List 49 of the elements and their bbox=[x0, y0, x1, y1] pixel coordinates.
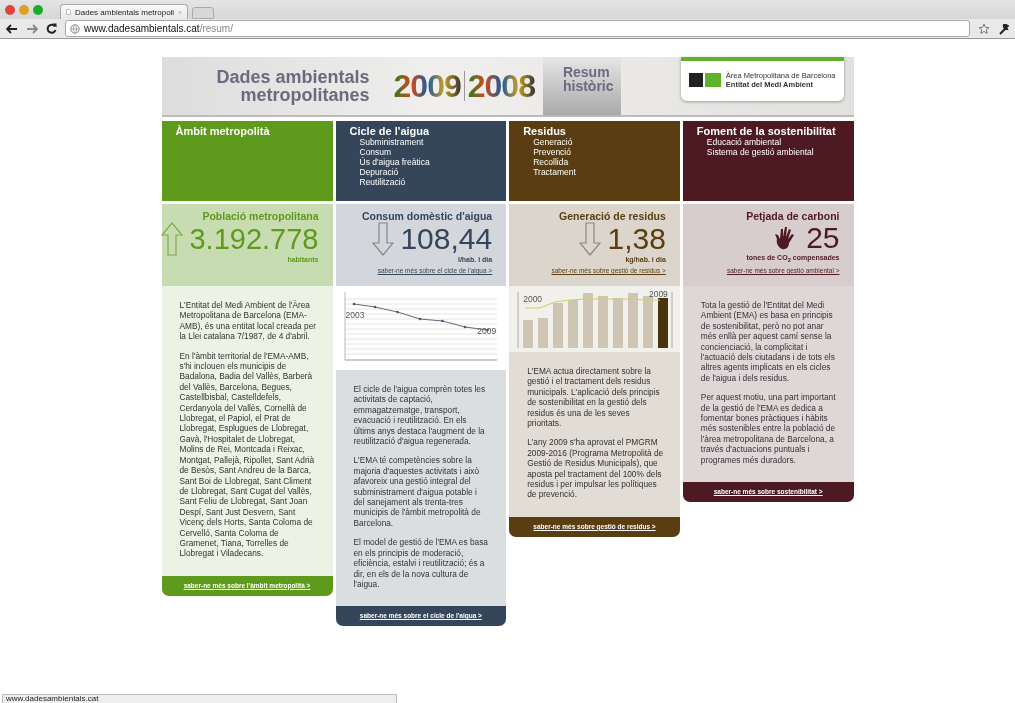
chart-year-label: 2009 bbox=[477, 326, 497, 336]
chart-year-label: 2003 bbox=[345, 310, 365, 320]
browser-tab[interactable]: Dades ambientals metropoli bbox=[60, 4, 188, 19]
chart-year-label: 2009 bbox=[648, 289, 668, 299]
page-icon bbox=[66, 7, 71, 17]
stat-value: 3.192.778 bbox=[189, 223, 319, 255]
status-bar: www.dadesambientals.cat bbox=[2, 694, 397, 703]
history-tab[interactable]: Resum històric bbox=[542, 57, 621, 115]
section-menu-item[interactable]: Educació ambiental bbox=[696, 137, 840, 147]
globe-icon bbox=[70, 23, 80, 34]
body-paragraph: L'EMA actua directament sobre la gestió i el tractament dels residus municipals. L'aplicació dels principis de sostenibilitat en la gestió dels residus és una de les seves prioritats. bbox=[527, 366, 661, 429]
section-menu-item[interactable]: Prevenció bbox=[523, 147, 666, 157]
back-icon[interactable] bbox=[6, 23, 18, 34]
reload-icon[interactable] bbox=[46, 23, 57, 34]
forward-icon[interactable] bbox=[26, 23, 38, 34]
body-paragraph: L'EMA té competències sobre la majoria d'aquestes activitats i això afavoreix una gestió integral del subministrament d'aigua potable i del sanejament als trenta-tres municipis de l'àmbit metropolità de Barcelona. bbox=[353, 455, 482, 529]
stat-label: Consum domèstic d'aigua bbox=[361, 210, 493, 222]
section-menu-item[interactable]: Consum bbox=[349, 147, 493, 157]
section-title[interactable]: Cicle de l'aigua bbox=[349, 125, 493, 137]
section-title[interactable]: Residus bbox=[523, 125, 666, 137]
section-menu-item[interactable]: Depuració bbox=[349, 167, 493, 177]
section-menu-item[interactable]: Ús d'aigua freàtica bbox=[349, 157, 493, 167]
site-title: metropolitanes bbox=[239, 86, 370, 104]
star-icon[interactable] bbox=[978, 22, 990, 35]
body-paragraph: En l'àmbit territorial de l'EMA-AMB, s'hi inclouen els municipis de Badalona, Badia del Vallès, Barberà del Vallès, Barcelona, Begues, Castellbisbal, Castelldefels, Cerdanyola del Vallès, Cornellà de Llobregat, el Papiol, el Prat de Llobregat, Esplugues de Llobregat, Gavà, l'Hospitalet de Llobregat, Molins de Rei, Montcada i Reixac, Montgat, Pallejà, Ripollet, Sant Adrià de Besòs, Sant Andreu de la Barca, Sant Boi de Llobregat, Sant Climent de Llobregat, Sant Cugat del Vallès, Sant Feliu de Llobregat, Sant Joan Despí, Sant Just Desvern, Sant Vicenç dels Horts, Santa Coloma de Cervelló, Santa Coloma de Gramenet, Tiana, Torrelles de Llobregat i Viladecans. bbox=[179, 350, 316, 559]
stat-value: 108,44 bbox=[400, 223, 493, 255]
body-paragraph: L'Entitat del Medi Ambient de l'Àrea Metropolitana de Barcelona (EMA-AMB), és una entitat local creada per la Llei catalana 7/1987, de 4 d'abril. bbox=[179, 300, 317, 342]
body-paragraph: El model de gestió de l'EMA es basa en els principis de moderació, eficiència, estalvi i reutilització; és a dir, en els de la nova cultura de l'aigua. bbox=[353, 537, 489, 590]
stat-value: 25 bbox=[806, 222, 840, 254]
stat-label: Generació de residus bbox=[559, 210, 666, 222]
site-title: Dades ambientals bbox=[216, 68, 370, 86]
body-paragraph: L'any 2009 s'ha aprovat el PMGRM 2009-2016 (Programa Metropolità de Gestió de Residus Municipals), que aposta pel tractament del 100% dels residus i per impulsar les polítiques de prevenció. bbox=[527, 437, 664, 500]
body-paragraph: Per aquest motiu, una part important de la gestió de l'EMA es dedica a fomentar bones pràctiques i hàbits més sostenibles entre la població de l'àrea metropolitana de Barcelona, a través d'actuacions puntuals i programes més duradors. bbox=[700, 392, 837, 466]
section-menu-item[interactable]: Sistema de gestió ambiental bbox=[696, 147, 840, 157]
address-bar[interactable]: www.dadesambientals.cat/resum/ bbox=[65, 20, 970, 37]
section-menu-item[interactable]: Subministrament bbox=[349, 137, 493, 147]
body-paragraph: El cicle de l'aigua comprèn totes les activitats de captació, emmagatzematge, transport, evacuació i reutilització. En els últims anys destaca l'augment de la reutilització d'aigua regenerada. bbox=[353, 384, 487, 447]
stat-label: Població metropolitana bbox=[202, 210, 319, 222]
section-menu-item[interactable]: Reutilització bbox=[349, 177, 493, 187]
section-menu-item[interactable]: Tractament bbox=[523, 167, 666, 177]
wrench-icon[interactable] bbox=[998, 22, 1009, 35]
stat-label: Petjada de carboni bbox=[746, 210, 840, 222]
chart-year-label: 2000 bbox=[523, 294, 543, 304]
section-menu-item[interactable]: Generació bbox=[523, 137, 666, 147]
body-paragraph: Tota la gestió de l'Entitat del Medi Ambient (EMA) es basa en principis de sostenibilitat, però no pot anar més enllà per aquest camí sense la concienciació, la complicitat i l'actuació dels ciutadans i de tots els altres agents implicats en els cicles de l'aigua i dels residus. bbox=[700, 300, 836, 384]
section-menu-item[interactable]: Recollida bbox=[523, 157, 666, 167]
section-title[interactable]: Foment de la sostenibilitat bbox=[696, 125, 840, 137]
stat-value: 1,38 bbox=[607, 223, 666, 255]
logo-icon bbox=[688, 73, 721, 87]
